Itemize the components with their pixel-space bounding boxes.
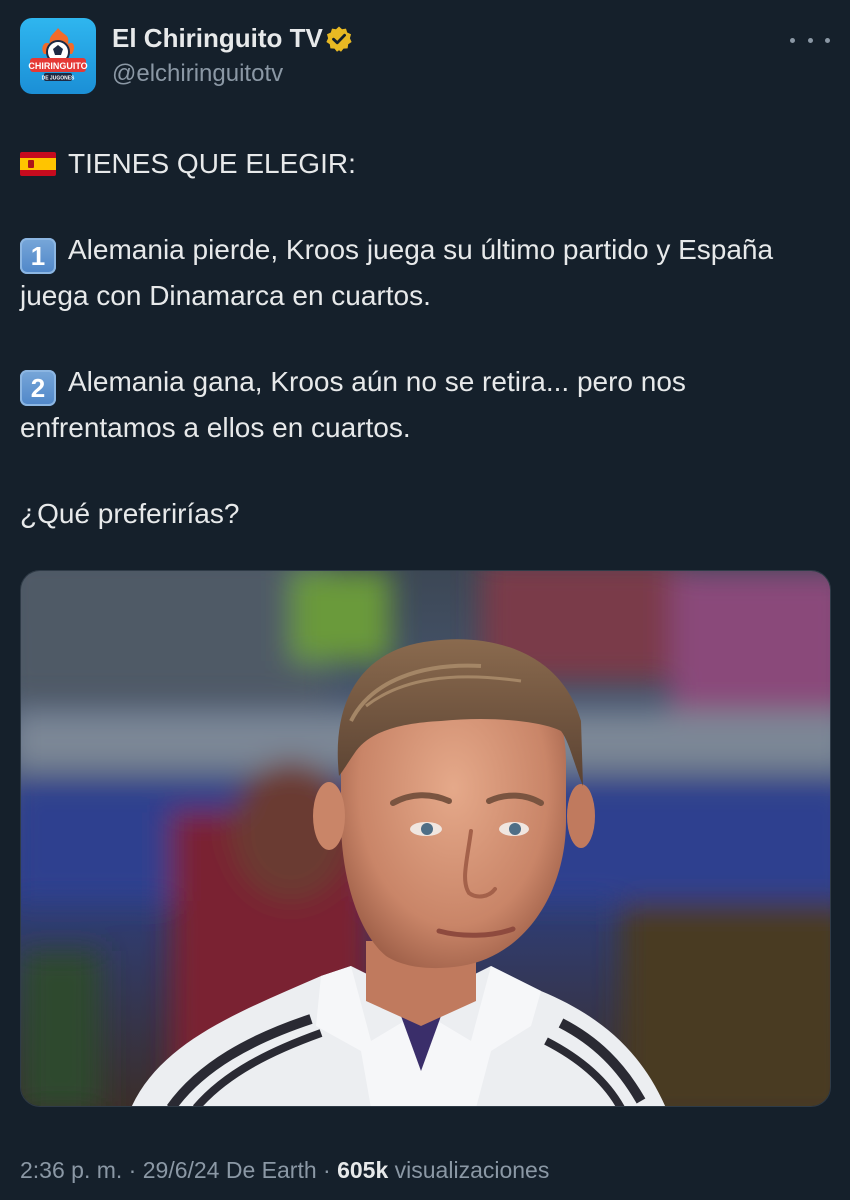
option-1-text: Alemania pierde, Kroos juega su último p… <box>20 234 774 311</box>
question-text: ¿Qué preferirías? <box>20 498 240 529</box>
views-label: visualizaciones <box>388 1157 550 1183</box>
tweet-text: TIENES QUE ELEGIR: 1 Alemania pierde, Kro… <box>20 142 830 535</box>
option-2-text: Alemania gana, Kroos aún no se retira...… <box>20 366 686 443</box>
tweet-photo[interactable] <box>20 570 831 1107</box>
keycap-1-icon: 1 <box>20 238 56 274</box>
avatar-logo-text: CHIRINGUITO <box>28 61 87 71</box>
author-avatar[interactable]: CHIRINGUITO DE JUGONES <box>20 18 96 94</box>
author-display-name[interactable]: El Chiringuito TV <box>112 23 323 54</box>
post-source: De Earth <box>219 1157 317 1183</box>
headline-text: TIENES QUE ELEGIR: <box>68 148 356 179</box>
tweet: CHIRINGUITO DE JUGONES El Chiringuito TV… <box>0 0 850 1200</box>
option-2: 2 Alemania gana, Kroos aún no se retira..… <box>20 360 830 449</box>
more-dot <box>825 37 830 43</box>
views-count[interactable]: 605k <box>337 1157 388 1183</box>
post-date[interactable]: 29/6/24 <box>143 1157 220 1183</box>
meta-separator: · <box>122 1157 143 1183</box>
headline-line: TIENES QUE ELEGIR: <box>20 142 830 185</box>
verified-badge-icon <box>325 25 353 53</box>
keycap-2-icon: 2 <box>20 370 56 406</box>
more-options-button[interactable] <box>790 26 830 54</box>
more-dot <box>807 37 813 43</box>
author-handle[interactable]: @elchiringuitotv <box>112 60 283 88</box>
avatar-logo-subtext: DE JUGONES <box>42 76 75 82</box>
meta-separator: · <box>316 1157 338 1183</box>
option-1: 1 Alemania pierde, Kroos juega su último … <box>20 228 830 317</box>
post-time[interactable]: 2:36 p. m. <box>20 1157 122 1183</box>
spain-flag-icon <box>20 152 56 176</box>
more-horizontal-icon <box>790 37 795 43</box>
tweet-meta: 2:36 p. m. · 29/6/24 De Earth · 605k vis… <box>20 1157 549 1184</box>
